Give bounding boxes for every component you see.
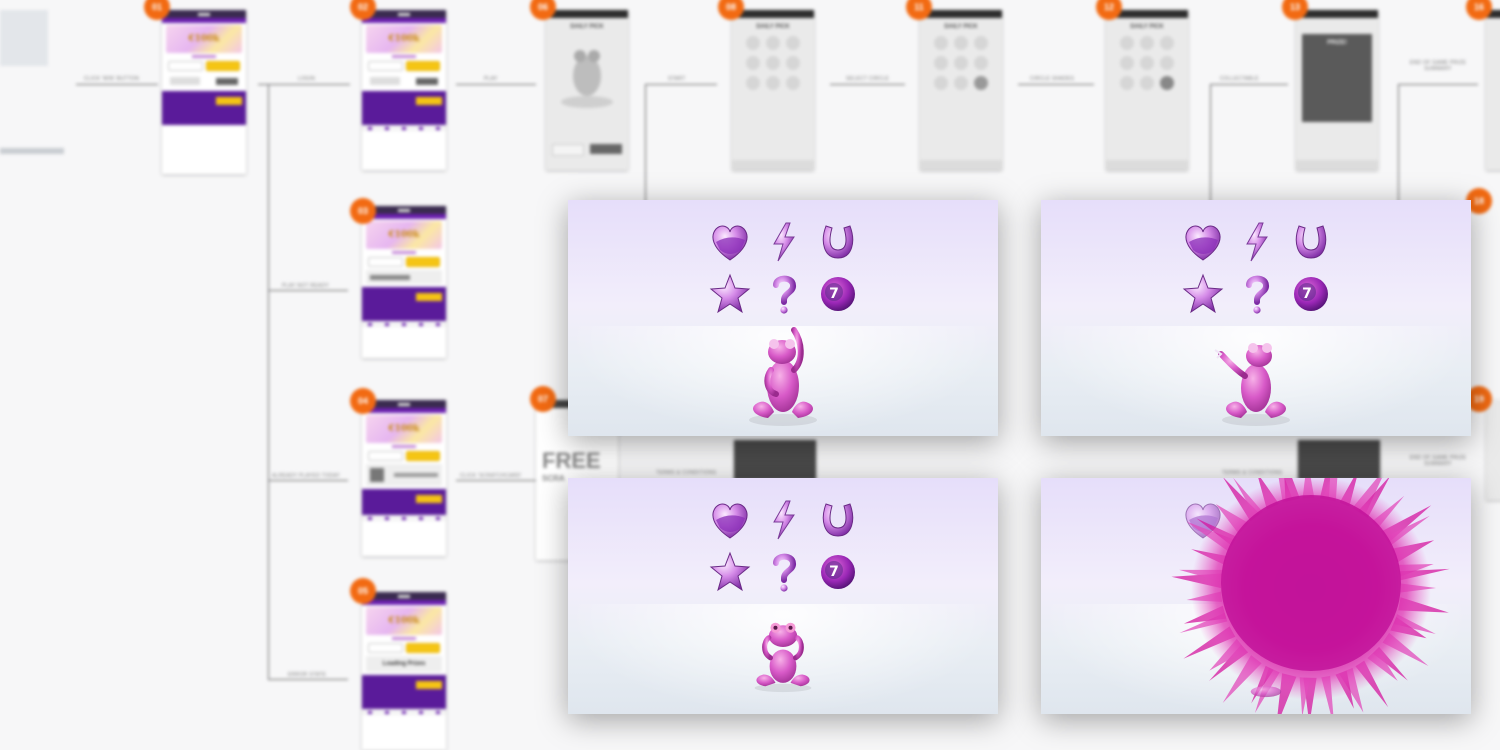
transition-label: LOGIN — [298, 76, 316, 82]
horseshoe-gem-icon[interactable] — [816, 220, 860, 264]
screen-terms — [734, 440, 816, 480]
seven-ball-icon[interactable] — [816, 550, 860, 594]
notes-footer — [0, 148, 64, 154]
transition-label: START — [668, 76, 686, 82]
screen-05: €100k Loading Prizes — [362, 592, 446, 750]
pink-frog-character — [749, 327, 817, 426]
transition-label: CLICK 'SCRATCHCARD' — [460, 473, 522, 479]
animation-frame-4 — [1041, 478, 1471, 714]
screen-terms-2 — [1298, 440, 1380, 480]
screen-game-grid: DAILY PICK — [732, 10, 814, 170]
screen-02: €100k — [362, 10, 446, 170]
transition-label: TERMS & CONDITIONS — [1222, 470, 1283, 476]
notes-panel — [0, 10, 48, 66]
screen-summary — [1486, 10, 1500, 170]
transition-label: ERROR STATE — [288, 672, 327, 678]
lightning-gem-icon[interactable] — [1235, 220, 1279, 264]
screen-prize: PRIZE! — [1296, 10, 1378, 170]
transition-label: COLLECTABLE — [1220, 76, 1259, 82]
loading-prizes-text: Loading Prizes — [366, 656, 442, 672]
transition-label: ALREADY PLAYED TODAY — [272, 473, 341, 479]
step-badge: 04 — [350, 388, 376, 414]
seven-ball-icon[interactable] — [1289, 272, 1333, 316]
seven-ball-icon[interactable] — [816, 272, 860, 316]
transition-label: END OF GAME PRIZE SUMMARY — [1409, 60, 1467, 72]
transition-label: END OF GAME PRIZE SUMMARY — [1409, 455, 1467, 467]
step-badge: 03 — [350, 198, 376, 224]
transition-label: CIRCLE SHADES — [1030, 76, 1075, 82]
step-badge: 05 — [350, 578, 376, 604]
pink-frog-character — [1214, 343, 1290, 426]
question-gem-icon[interactable] — [762, 550, 806, 594]
star-gem-icon[interactable] — [708, 550, 752, 594]
screen-circle-shades: DAILY PICK — [1106, 10, 1188, 170]
pink-frog-character — [1250, 686, 1282, 698]
transition-label: PLAY NOT READY — [282, 283, 329, 289]
animation-frame-2 — [1041, 200, 1471, 436]
animation-frame-1 — [568, 200, 998, 436]
symbol-grid — [1181, 220, 1331, 320]
animation-frame-3 — [568, 478, 998, 714]
star-gem-icon[interactable] — [708, 272, 752, 316]
step-badge: 07 — [530, 386, 556, 412]
horseshoe-gem-icon[interactable] — [816, 498, 860, 542]
transition-label: SELECT CIRCLE — [846, 76, 889, 82]
transition-label: PLAY — [484, 76, 498, 82]
lightning-gem-icon[interactable] — [762, 220, 806, 264]
screen-03: €100k — [362, 206, 446, 358]
lightning-gem-icon[interactable] — [762, 498, 806, 542]
transition-label: CLICK 'WIN' BUTTON — [84, 76, 139, 82]
heart-gem-icon[interactable] — [708, 498, 752, 542]
horseshoe-gem-icon[interactable] — [1289, 220, 1333, 264]
pink-frog-character — [754, 622, 812, 693]
transition-label: TERMS & CONDITIONS — [656, 470, 717, 476]
question-gem-icon[interactable] — [762, 272, 806, 316]
heart-gem-icon[interactable] — [708, 220, 752, 264]
heart-gem-icon[interactable] — [1181, 220, 1225, 264]
question-gem-icon[interactable] — [1235, 272, 1279, 316]
pink-powder-burst — [1171, 478, 1450, 714]
symbol-grid — [708, 220, 858, 320]
symbol-grid — [708, 498, 858, 598]
screen-game-intro: DAILY PICK — [546, 10, 628, 170]
screen-01: €100k — [162, 10, 246, 174]
screen-summary-2 — [1486, 400, 1500, 500]
screen-select-circle: DAILY PICK — [920, 10, 1002, 170]
screen-04: €100k — [362, 400, 446, 556]
star-gem-icon[interactable] — [1181, 272, 1225, 316]
